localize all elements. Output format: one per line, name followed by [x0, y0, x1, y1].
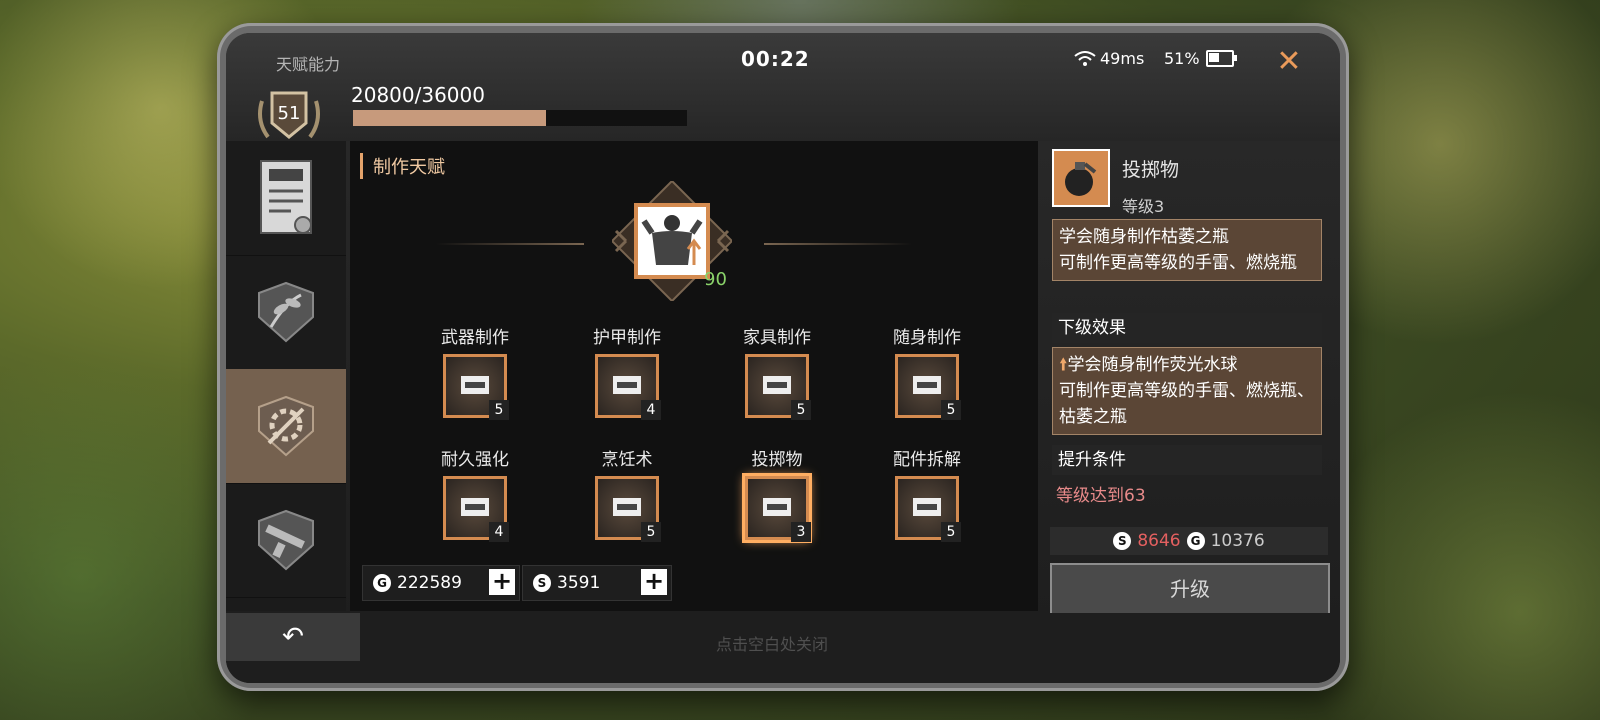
xp-bar — [353, 110, 687, 126]
next-effect-title: 下级效果 — [1052, 313, 1322, 343]
silver-amount: 3591 — [557, 573, 601, 593]
silver-coin-icon: S — [533, 574, 551, 592]
sidebar-item-trade[interactable] — [226, 141, 346, 256]
skill-name: 护甲制作 — [593, 328, 661, 348]
gold-coin-icon: G — [1186, 532, 1205, 550]
skill-level: 4 — [489, 522, 509, 542]
skill-level: 3 — [791, 522, 811, 542]
wifi-icon — [1074, 50, 1096, 66]
stove-icon[interactable]: 5 — [595, 476, 661, 542]
skill-7[interactable]: 投掷物 3 — [722, 445, 832, 542]
back-arrow-icon[interactable]: ↶ — [226, 613, 360, 661]
upgrade-condition: 等级达到63 — [1056, 486, 1146, 506]
skill-level: 5 — [791, 400, 811, 420]
knife-icon[interactable]: 5 — [895, 476, 961, 542]
gold-currency: G 222589 + — [362, 565, 520, 601]
current-effect: 学会随身制作枯萎之瓶 可制作更高等级的手雷、燃烧瓶 — [1052, 219, 1322, 281]
trade-scroll-icon — [260, 160, 312, 234]
skill-name: 烹饪术 — [601, 450, 653, 470]
skill-1[interactable]: 武器制作 5 — [420, 323, 530, 420]
next-arrow-icon: 🠙 — [1059, 355, 1068, 375]
detail-name: 投掷物 — [1122, 159, 1180, 181]
upgrade-cost: S 8646 G 10376 — [1050, 527, 1328, 555]
skill-name: 耐久强化 — [441, 450, 509, 470]
armor-icon[interactable]: 4 — [595, 354, 661, 420]
add-gold-button[interactable]: + — [489, 569, 515, 595]
top-bar: 天赋能力 00:22 49ms 51% ✕ 51 20800/36000 — [226, 33, 1340, 141]
add-silver-button[interactable]: + — [641, 569, 667, 595]
ping-text: 49ms — [1100, 49, 1145, 68]
detail-panel: 投掷物 等级3 学会随身制作枯萎之瓶 可制作更高等级的手雷、燃烧瓶 下级效果 🠙… — [1042, 141, 1340, 615]
skill-8[interactable]: 配件拆解 5 — [872, 445, 982, 542]
silver-coin-icon: S — [1113, 532, 1132, 550]
skill-level: 5 — [941, 400, 961, 420]
xp-text: 20800/36000 — [351, 83, 485, 107]
detail-grenade-svg — [1065, 162, 1097, 196]
skill-name: 武器制作 — [441, 328, 509, 348]
skill-level: 5 — [489, 400, 509, 420]
skill-3[interactable]: 家具制作 5 — [722, 323, 832, 420]
detail-level: 等级3 — [1122, 197, 1165, 216]
skill-name: 随身制作 — [893, 328, 961, 348]
battery-icon — [1205, 50, 1237, 67]
skill-level: 5 — [641, 522, 661, 542]
center-points: 90 — [704, 269, 727, 290]
skill-4[interactable]: 随身制作 5 — [872, 323, 982, 420]
talent-panel: 天赋能力 00:22 49ms 51% ✕ 51 20800/36000 制作天… — [226, 33, 1340, 683]
panel-title: 天赋能力 — [276, 55, 341, 74]
herb-icon — [258, 281, 314, 343]
skill-5[interactable]: 耐久强化 4 — [420, 445, 530, 542]
gold-coin-icon: G — [373, 574, 391, 592]
grenade-icon — [1054, 151, 1108, 205]
pistol-icon[interactable]: 5 — [443, 354, 509, 420]
condition-title: 提升条件 — [1052, 445, 1322, 475]
gold-amount: 222589 — [397, 573, 462, 593]
skill-name: 家具制作 — [743, 328, 811, 348]
xp-fill — [353, 110, 547, 126]
cost-gold: 10376 — [1210, 531, 1265, 551]
category-sidebar — [226, 141, 346, 611]
skill-tree: 制作天赋 90 武器制作 5 护甲制作 4 家具制作 5 随身制作 5 耐久强化 4 烹饪术 5 投掷物… — [350, 141, 1038, 611]
skill-6[interactable]: 烹饪术 5 — [572, 445, 682, 542]
sidebar-item-weapon[interactable] — [226, 483, 346, 598]
case-icon[interactable]: 5 — [895, 354, 961, 420]
deco-line-right — [764, 243, 912, 245]
section-title: 制作天赋 — [360, 153, 445, 179]
next-effect: 🠙学会随身制作荧光水球 可制作更高等级的手雷、燃烧瓶、枯萎之瓶 — [1052, 347, 1322, 435]
battery-fill — [1208, 53, 1219, 62]
deco-line-left — [436, 243, 584, 245]
close-icon[interactable]: ✕ — [1272, 45, 1306, 79]
sidebar-item-crafting[interactable] — [226, 369, 346, 484]
skill-2[interactable]: 护甲制作 4 — [572, 323, 682, 420]
battery-text: 51% — [1164, 49, 1200, 68]
calculator-icon[interactable]: 4 — [443, 476, 509, 542]
crafting-gear-icon — [258, 395, 314, 457]
sidebar-item-herb[interactable] — [226, 255, 346, 370]
silver-currency: S 3591 + — [522, 565, 672, 601]
skill-level: 4 — [641, 400, 661, 420]
skill-name: 配件拆解 — [893, 450, 961, 470]
bottom-bar: ↶ 点击空白处关闭 — [226, 613, 1340, 683]
grenade-icon[interactable]: 3 — [745, 476, 811, 542]
close-hint: 点击空白处关闭 — [716, 635, 829, 654]
network-status: 49ms — [1074, 49, 1144, 68]
skill-name: 投掷物 — [751, 450, 803, 470]
furniture-icon[interactable]: 5 — [745, 354, 811, 420]
battery-status: 51% — [1164, 49, 1237, 68]
level-number: 51 — [278, 103, 301, 124]
skill-level: 5 — [941, 522, 961, 542]
timer: 00:22 — [741, 47, 810, 71]
next-effect-text: 学会随身制作荧光水球 可制作更高等级的手雷、燃烧瓶、枯萎之瓶 — [1059, 355, 1314, 427]
upgrade-button[interactable]: 升级 — [1050, 563, 1330, 615]
weapon-icon — [258, 509, 314, 571]
cost-silver: 8646 — [1137, 531, 1181, 551]
